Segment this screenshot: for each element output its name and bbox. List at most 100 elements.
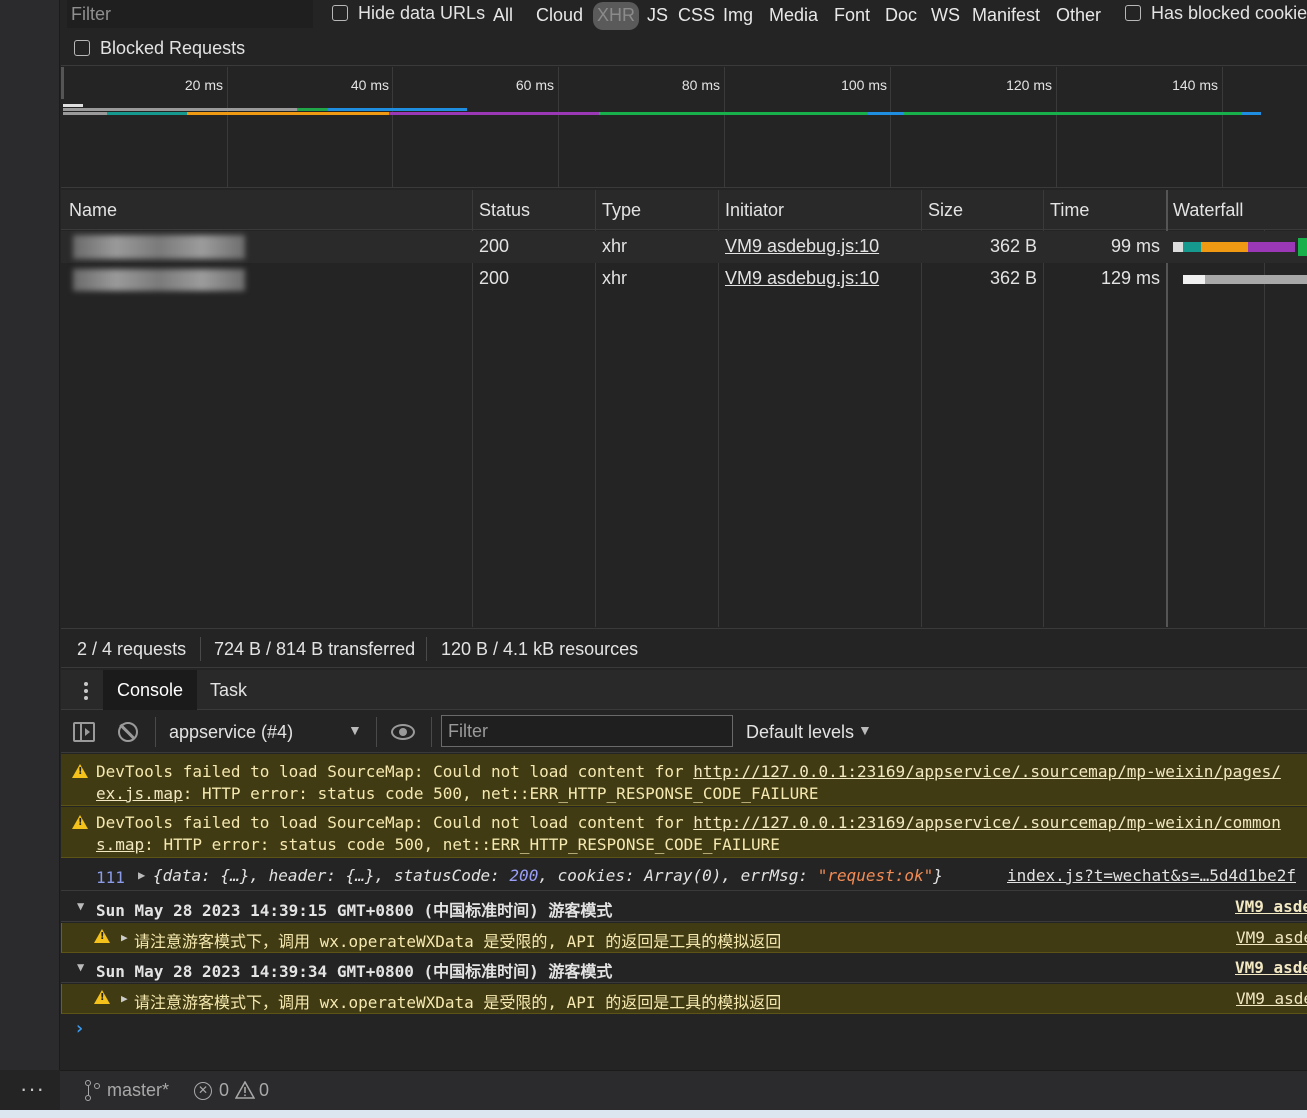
- window-bottom-edge: [0, 1110, 1307, 1118]
- request-initiator-link[interactable]: VM9 asdebug.js:10: [725, 268, 879, 289]
- overview-tick-label: 140 ms: [1172, 77, 1218, 93]
- sourcemap-link[interactable]: http://127.0.0.1:23169/appservice/.sourc…: [693, 813, 1281, 832]
- type-filter-cloud[interactable]: Cloud: [533, 2, 586, 30]
- overview-tick-label: 120 ms: [1006, 77, 1052, 93]
- tab-console[interactable]: Console: [103, 670, 198, 710]
- type-filter-all[interactable]: All: [490, 2, 516, 30]
- overview-gridline: [227, 67, 228, 188]
- log-source-link[interactable]: index.js?t=wechat&s=…5d4d1be2f: [1007, 866, 1296, 885]
- eye-icon[interactable]: [391, 724, 415, 740]
- type-filter-font[interactable]: Font: [831, 2, 873, 30]
- console-messages: DevTools failed to load SourceMap: Could…: [61, 754, 1307, 1070]
- error-count[interactable]: 0: [219, 1080, 229, 1101]
- type-filter-other[interactable]: Other: [1053, 2, 1104, 30]
- clear-console-icon[interactable]: [118, 722, 138, 742]
- overview-bar-segment: [389, 112, 599, 115]
- expand-triangle-icon[interactable]: ▶: [121, 931, 128, 944]
- overview-bar-segment: [63, 108, 297, 111]
- log-levels-dropdown[interactable]: Default levels: [746, 722, 854, 743]
- has-blocked-cookies-checkbox[interactable]: [1125, 5, 1141, 21]
- collapse-triangle-icon[interactable]: ▼: [77, 899, 84, 913]
- warning-source-link[interactable]: VM9 asde: [1236, 928, 1307, 947]
- overview-handle[interactable]: [61, 67, 64, 99]
- devtools-network-panel: Filter Hide data URLs All Cloud XHR JS C…: [61, 0, 1307, 1070]
- expand-triangle-icon[interactable]: ▶: [138, 868, 145, 882]
- warning-icon: [72, 815, 88, 829]
- table-row[interactable]: 200 xhr VM9 asdebug.js:10 362 B 129 ms: [61, 263, 1307, 295]
- overview-gridline: [1222, 67, 1223, 188]
- toolbar-divider: [376, 717, 377, 747]
- chevron-down-icon[interactable]: ▼: [858, 722, 872, 738]
- log-text: , cookies: Array(0), errMsg:: [538, 866, 818, 885]
- group-source-link[interactable]: VM9 asde: [1235, 897, 1307, 916]
- column-header-size[interactable]: Size: [928, 200, 963, 221]
- request-name-redacted: [73, 235, 245, 259]
- group-source-link[interactable]: VM9 asde: [1235, 958, 1307, 977]
- warning-source-link[interactable]: VM9 asde: [1236, 989, 1307, 1008]
- request-type: xhr: [602, 236, 628, 256]
- warning-text: DevTools failed to load SourceMap: Could…: [96, 762, 694, 781]
- error-icon[interactable]: ✕: [194, 1082, 212, 1100]
- request-status: 200: [479, 236, 510, 256]
- summary-divider: [200, 637, 201, 661]
- column-header-type[interactable]: Type: [602, 200, 641, 221]
- log-text: {data: {…}, header: {…}, statusCode:: [153, 866, 510, 885]
- sourcemap-link[interactable]: http://127.0.0.1:23169/appservice/.sourc…: [693, 762, 1281, 781]
- git-branch-icon[interactable]: [84, 1080, 100, 1102]
- type-filter-xhr[interactable]: XHR: [593, 2, 640, 30]
- git-branch-name[interactable]: master*: [107, 1080, 169, 1101]
- column-header-waterfall[interactable]: Waterfall: [1173, 200, 1243, 221]
- overview-bar-segment: [187, 112, 389, 115]
- overview-bar-segment: [1241, 112, 1261, 115]
- type-filter-manifest[interactable]: Manifest: [969, 2, 1043, 30]
- type-filter-js[interactable]: JS: [644, 2, 671, 30]
- more-icon[interactable]: ···: [20, 1076, 45, 1102]
- network-overview[interactable]: 20 ms 40 ms 60 ms 80 ms 100 ms 120 ms 14…: [61, 67, 1307, 188]
- toolbar-divider: [155, 717, 156, 747]
- sourcemap-link[interactable]: s.map: [96, 835, 144, 854]
- console-filter-input[interactable]: Filter: [441, 715, 733, 747]
- overview-bar-segment: [327, 108, 467, 111]
- request-size: 362 B: [989, 268, 1037, 288]
- type-filter-css[interactable]: CSS: [675, 2, 718, 30]
- request-time: 129 ms: [1100, 268, 1160, 288]
- context-selector[interactable]: appservice (#4): [169, 722, 293, 743]
- sidebar-toggle-icon[interactable]: [73, 722, 95, 742]
- warning-count[interactable]: 0: [259, 1080, 269, 1101]
- type-filter-ws[interactable]: WS: [928, 2, 963, 30]
- chevron-down-icon[interactable]: ▼: [348, 722, 362, 738]
- type-filter-img[interactable]: Img: [720, 2, 756, 30]
- type-filter-doc[interactable]: Doc: [882, 2, 920, 30]
- summary-divider: [426, 637, 427, 661]
- console-group-header[interactable]: ▼ Sun May 28 2023 14:39:34 GMT+0800 (中国标…: [61, 953, 1307, 983]
- overview-tick-label: 100 ms: [841, 77, 887, 93]
- table-row[interactable]: 200 xhr VM9 asdebug.js:10 362 B 99 ms: [61, 231, 1307, 263]
- warning-icon[interactable]: [234, 1080, 256, 1099]
- warning-text: : HTTP error: status code 500, net::ERR_…: [182, 784, 819, 803]
- collapse-triangle-icon[interactable]: ▼: [77, 960, 84, 974]
- network-filter-input[interactable]: Filter: [67, 0, 313, 28]
- warning-icon: [94, 990, 110, 1004]
- console-log-row[interactable]: 111 ▶ {data: {…}, header: {…}, statusCod…: [61, 859, 1307, 891]
- overview-tick-label: 40 ms: [350, 77, 389, 93]
- toolbar-divider: [431, 717, 432, 747]
- warning-text: 请注意游客模式下，调用 wx.operateWXData 是受限的, API 的…: [134, 993, 782, 1012]
- column-header-time[interactable]: Time: [1050, 200, 1089, 221]
- request-initiator-link[interactable]: VM9 asdebug.js:10: [725, 236, 879, 257]
- hide-data-urls-checkbox[interactable]: [332, 5, 348, 21]
- blocked-requests-checkbox[interactable]: [74, 40, 90, 56]
- warning-text: DevTools failed to load SourceMap: Could…: [96, 813, 694, 832]
- sourcemap-link[interactable]: ex.js.map: [96, 784, 183, 803]
- has-blocked-cookies-label: Has blocked cookies: [1151, 3, 1307, 23]
- tab-task[interactable]: Task: [196, 670, 261, 710]
- console-group-header[interactable]: ▼ Sun May 28 2023 14:39:15 GMT+0800 (中国标…: [61, 892, 1307, 922]
- column-header-name[interactable]: Name: [69, 200, 117, 221]
- column-header-status[interactable]: Status: [479, 200, 530, 221]
- group-title: Sun May 28 2023 14:39:34 GMT+0800 (中国标准时…: [96, 962, 613, 981]
- overview-bar-segment: [63, 112, 107, 115]
- console-prompt-icon[interactable]: ›: [74, 1018, 85, 1039]
- drawer-menu-icon[interactable]: [79, 680, 93, 702]
- type-filter-media[interactable]: Media: [766, 2, 821, 30]
- column-header-initiator[interactable]: Initiator: [725, 200, 784, 221]
- expand-triangle-icon[interactable]: ▶: [121, 992, 128, 1005]
